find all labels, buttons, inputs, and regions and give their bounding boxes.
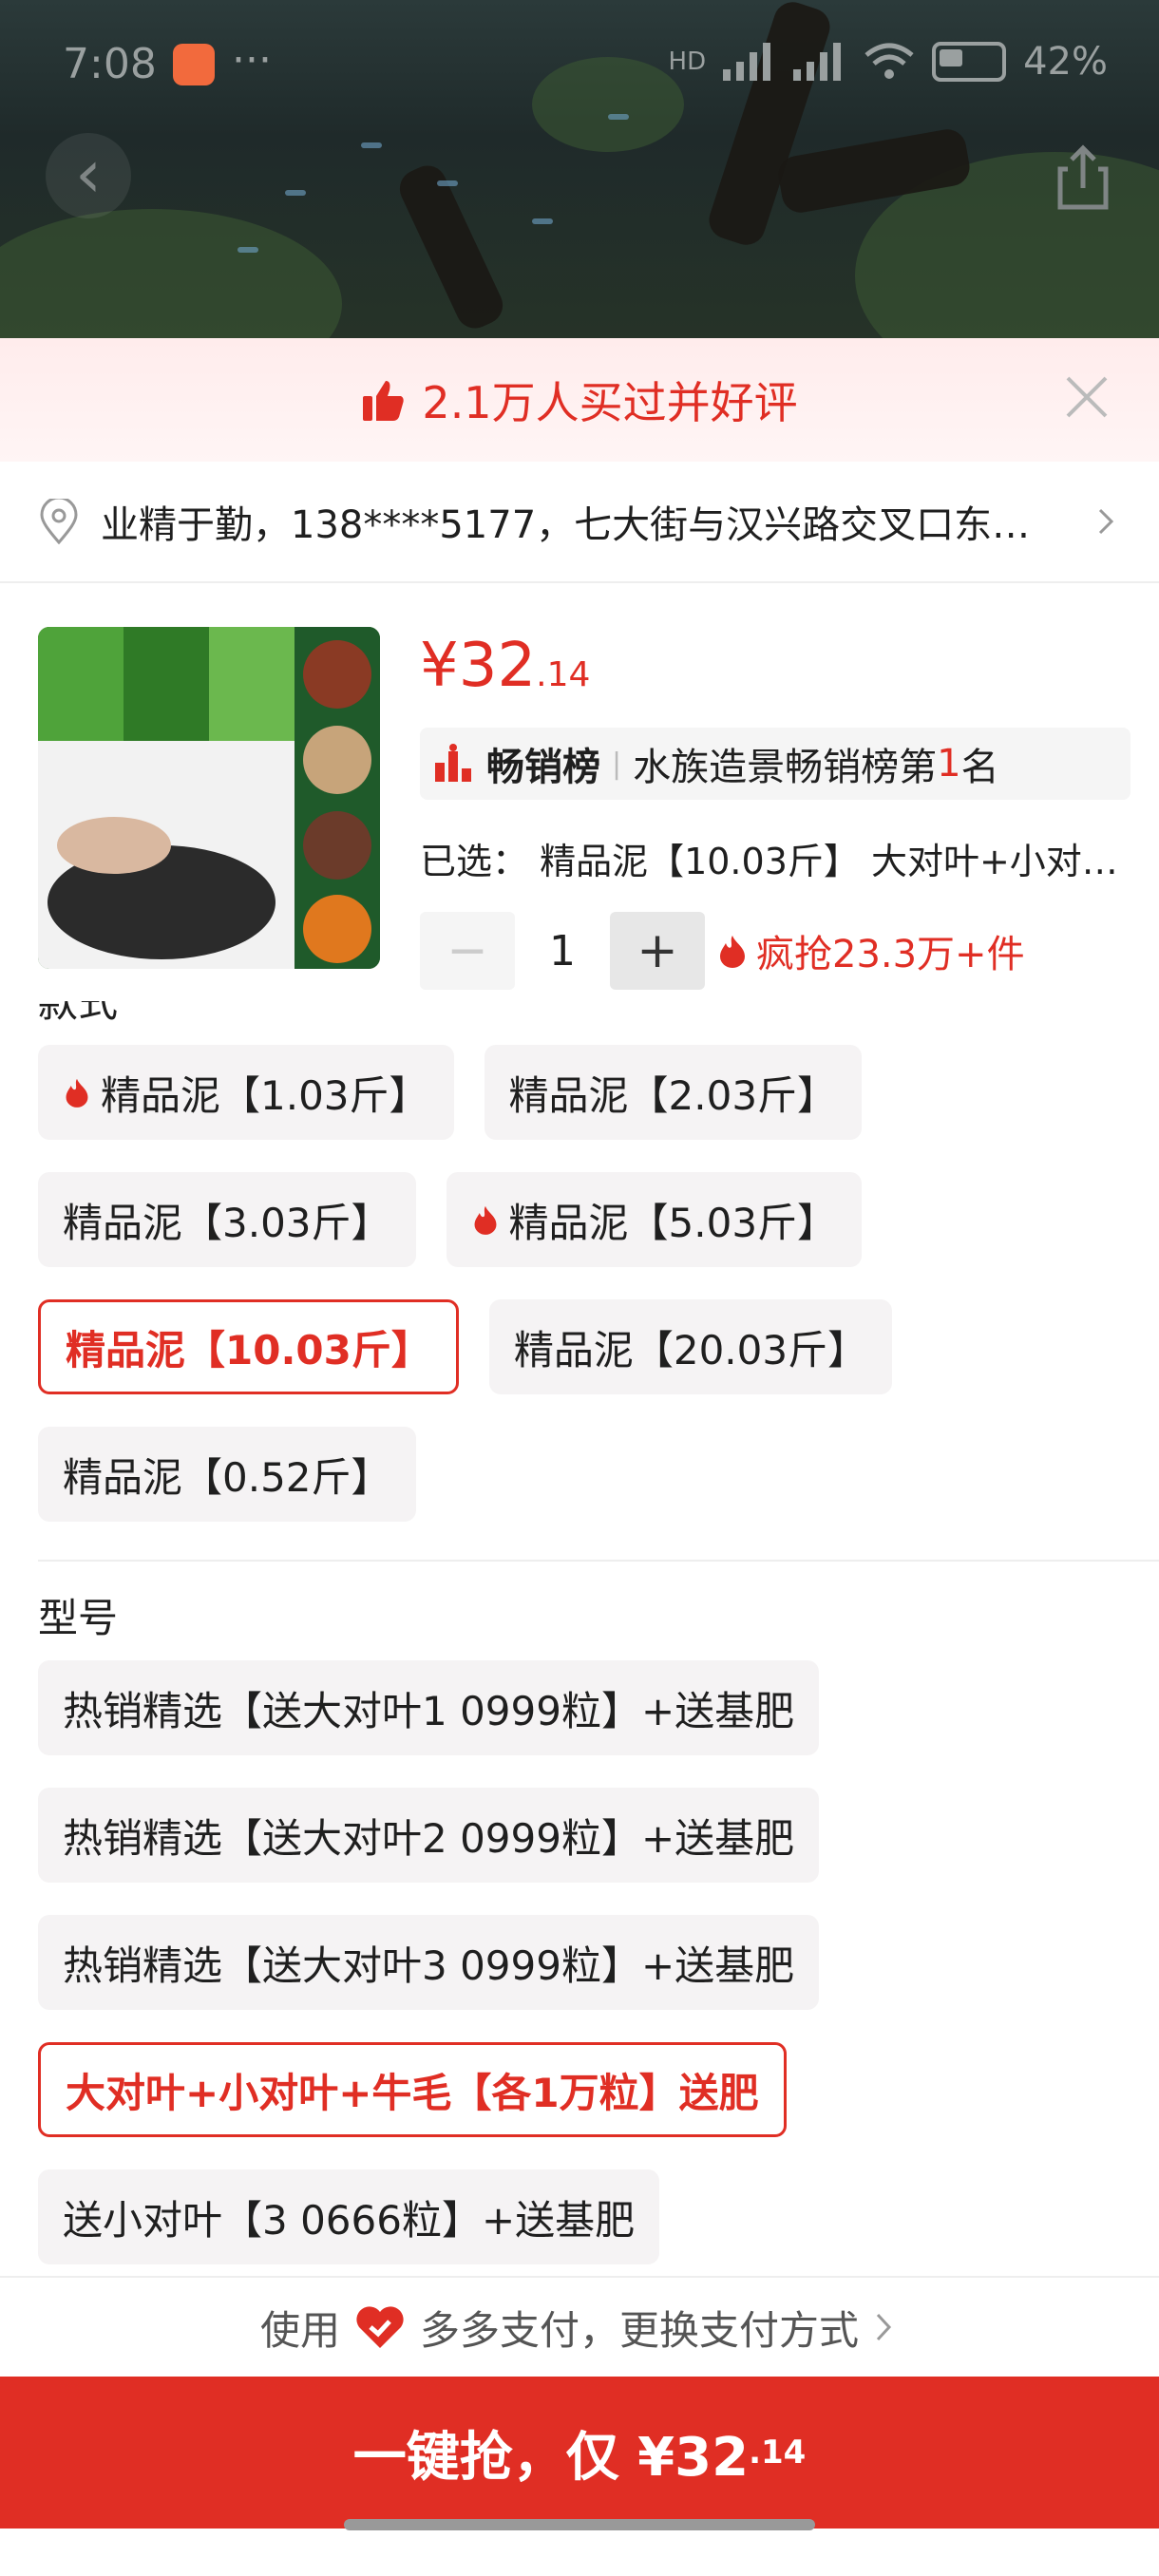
style-option[interactable]: 精品泥【0.52斤】 [38, 1427, 416, 1522]
style-option-label: 精品泥【3.03斤】 [63, 1199, 391, 1246]
status-bar: 7:08 ··· HD 42% [0, 0, 1159, 133]
style-option-label: 精品泥【2.03斤】 [508, 1071, 838, 1119]
model-option[interactable]: 热销精选【送大对叶1 0999粒】+送基肥 [38, 1660, 820, 1755]
signal-icon [723, 43, 771, 81]
style-section-title: 款式 [38, 1001, 119, 1026]
model-section: 型号 热销精选【送大对叶1 0999粒】+送基肥 热销精选【送大对叶2 0999粒… [0, 1586, 1159, 2264]
sku-selector-sheet: 2.1万人买过并好评 业精于勤，138****5177，七大街与汉兴路交叉口东… [0, 338, 1159, 2576]
close-icon[interactable] [1060, 370, 1113, 424]
buy-label: 一键抢，仅 ¥32 [352, 2426, 750, 2489]
style-option[interactable]: 精品泥【10.03斤】 [38, 1299, 459, 1394]
product-price: ¥32.14 [420, 631, 591, 701]
rank-label: 畅销榜 [486, 746, 600, 789]
reviews-banner-text: 2.1万人买过并好评 [422, 377, 798, 428]
bestseller-rank-badge[interactable]: 畅销榜 | 水族造景畅销榜第 1 名 [420, 728, 1130, 800]
style-option-label: 精品泥【1.03斤】 [101, 1071, 429, 1119]
battery-icon [932, 42, 1007, 82]
share-button[interactable] [1045, 141, 1121, 217]
chevron-right-icon [1098, 508, 1114, 535]
quantity-value[interactable]: 1 [515, 927, 610, 975]
style-option[interactable]: 精品泥【1.03斤】 [38, 1045, 454, 1140]
model-option-label: 大对叶+小对叶+牛毛【各1万粒】送肥 [66, 2069, 759, 2116]
buy-price-decimal: .14 [749, 2434, 807, 2472]
more-notifications-icon: ··· [232, 36, 272, 85]
style-section: 款式 精品泥【1.03斤】 精品泥【2.03斤】精品泥【3.03斤】 精品泥【5.0… [0, 1001, 1159, 1522]
style-option-label: 精品泥【10.03斤】 [66, 1326, 431, 1373]
model-option[interactable]: 热销精选【送大对叶3 0999粒】+送基肥 [38, 1915, 820, 2010]
model-option-label: 热销精选【送大对叶1 0999粒】+送基肥 [63, 1687, 795, 1734]
app-notification-icon [173, 44, 215, 85]
reviews-banner: 2.1万人买过并好评 [0, 338, 1159, 462]
hot-sales-badge: 疯抢23.3万+件 [716, 923, 1025, 978]
product-thumbnail[interactable] [38, 627, 380, 969]
status-time: 7:08 [63, 40, 157, 88]
flame-icon [720, 936, 745, 968]
model-option-label: 热销精选【送大对叶3 0999粒】+送基肥 [63, 1941, 795, 1989]
style-option-label: 精品泥【0.52斤】 [63, 1453, 391, 1501]
rank-number: 1 [937, 742, 961, 786]
quantity-stepper: − 1 + 疯抢23.3万+件 [420, 912, 1025, 990]
rank-text: 水族造景畅销榜第 [633, 746, 938, 789]
model-option[interactable]: 送小对叶【3 0666粒】+送基肥 [38, 2169, 660, 2264]
selected-variant-text: 已选： 精品泥【10.03斤】 大对叶+小对叶+牛毛【各1万粒】送肥 [420, 841, 1142, 882]
ranking-bars-icon [435, 744, 471, 782]
style-option[interactable]: 精品泥【3.03斤】 [38, 1172, 416, 1267]
style-option-label: 精品泥【20.03斤】 [513, 1326, 868, 1373]
style-options: 精品泥【1.03斤】 精品泥【2.03斤】精品泥【3.03斤】 精品泥【5.03斤】… [38, 1045, 1121, 1522]
home-indicator[interactable] [344, 2519, 815, 2530]
flame-icon [66, 1078, 88, 1108]
style-option-label: 精品泥【5.03斤】 [508, 1199, 838, 1246]
address-row[interactable]: 业精于勤，138****5177，七大街与汉兴路交叉口东… [0, 462, 1159, 583]
flame-icon [474, 1205, 497, 1235]
back-button[interactable]: ‹ [46, 133, 131, 218]
model-option-label: 热销精选【送大对叶2 0999粒】+送基肥 [63, 1814, 795, 1862]
product-summary: ¥32.14 畅销榜 | 水族造景畅销榜第 1 名 已选： 精品泥【10.03斤… [0, 583, 1159, 1001]
rank-separator: | [612, 747, 622, 781]
model-option[interactable]: 大对叶+小对叶+牛毛【各1万粒】送肥 [38, 2042, 787, 2137]
style-option[interactable]: 精品泥【5.03斤】 [446, 1172, 863, 1267]
style-option[interactable]: 精品泥【2.03斤】 [484, 1045, 863, 1140]
model-options: 热销精选【送大对叶1 0999粒】+送基肥 热销精选【送大对叶2 0999粒】+送… [38, 1660, 1121, 2264]
thumbs-up-icon [363, 381, 405, 421]
model-section-title: 型号 [38, 1595, 119, 1641]
quantity-minus-button[interactable]: − [420, 912, 515, 990]
hot-sales-text: 疯抢23.3万+件 [756, 933, 1025, 976]
battery-percent: 42% [1023, 40, 1108, 84]
chevron-right-icon [876, 2313, 892, 2341]
buy-now-button[interactable]: 一键抢，仅 ¥32.14 [0, 2377, 1159, 2529]
chevron-left-icon: ‹ [75, 135, 102, 213]
payment-suffix: 多多支付，更换支付方式 [420, 2306, 860, 2354]
wifi-icon [864, 43, 914, 79]
model-option-label: 送小对叶【3 0666粒】+送基肥 [63, 2196, 636, 2244]
quantity-plus-button[interactable]: + [610, 912, 705, 990]
model-option[interactable]: 热销精选【送大对叶2 0999粒】+送基肥 [38, 1788, 820, 1883]
style-option[interactable]: 精品泥【20.03斤】 [488, 1299, 893, 1394]
location-pin-icon [40, 499, 78, 544]
duoduo-pay-heart-icon [356, 2306, 404, 2348]
address-text: 业精于勤，138****5177，七大街与汉兴路交叉口东… [101, 503, 1031, 547]
signal-icon-2 [793, 43, 842, 81]
network-hd-label: HD [668, 47, 707, 76]
rank-suffix: 名 [960, 746, 999, 789]
payment-method-bar[interactable]: 使用 多多支付，更换支付方式 [0, 2276, 1159, 2377]
payment-prefix: 使用 [259, 2306, 340, 2354]
section-divider [38, 1560, 1159, 1562]
